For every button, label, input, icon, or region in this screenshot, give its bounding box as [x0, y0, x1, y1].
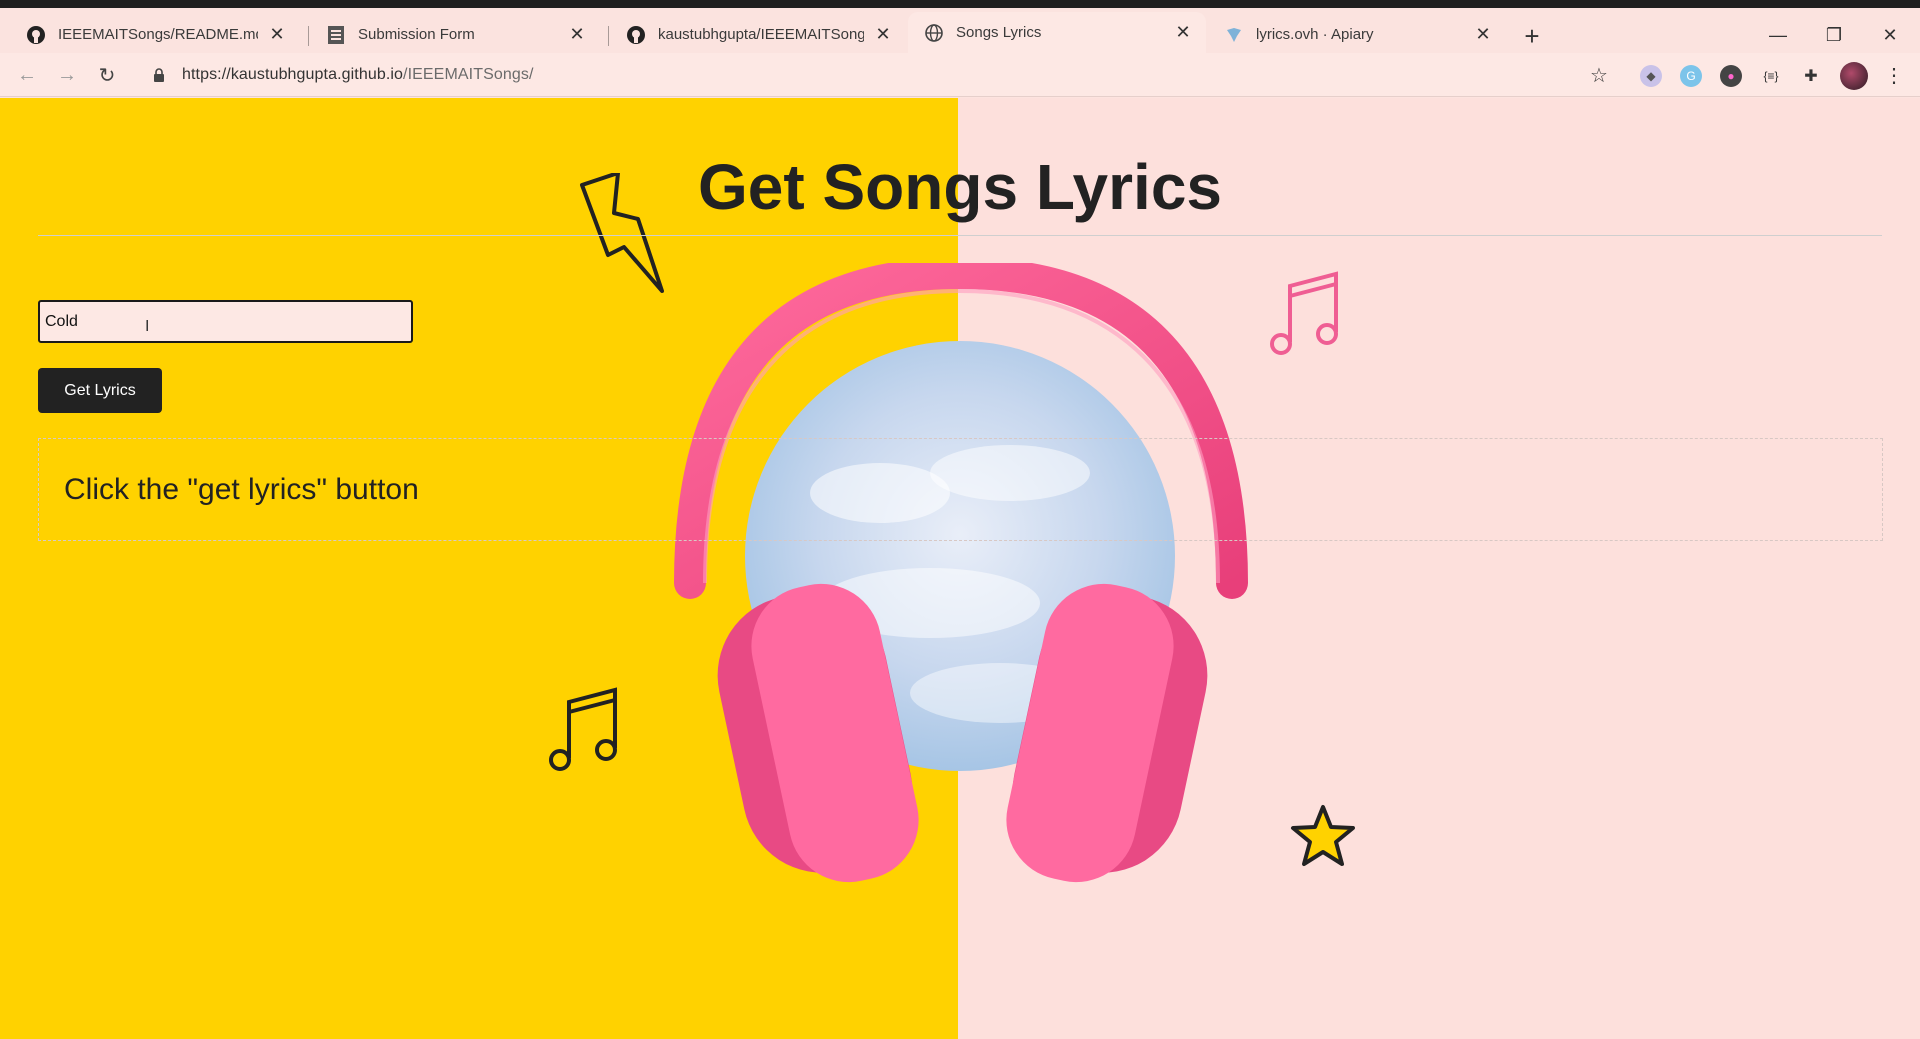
address-bar[interactable]: https://kaustubhgupta.github.io/IEEEMAIT… [140, 57, 1620, 93]
puzzle-icon[interactable]: ✚ [1800, 65, 1822, 87]
title-strip [0, 0, 1920, 8]
tab-separator [608, 26, 609, 46]
pink-music-note-icon [1270, 271, 1338, 355]
close-icon[interactable]: ✕ [1172, 22, 1194, 44]
title-divider [38, 235, 1882, 236]
reload-button[interactable]: ↻ [92, 60, 122, 90]
close-icon[interactable]: ✕ [872, 24, 894, 46]
tab-readme[interactable]: IEEEMAITSongs/README.md at r ✕ [10, 16, 300, 53]
new-tab-button[interactable]: + [1518, 21, 1546, 51]
form-icon [326, 25, 346, 45]
url-text: https://kaustubhgupta.github.io/IEEEMAIT… [182, 66, 533, 84]
apiary-icon [1224, 25, 1244, 45]
tab-title: IEEEMAITSongs/README.md at r [58, 26, 258, 43]
browser-toolbar: ← → ↻ https://kaustubhgupta.github.io/IE… [0, 53, 1920, 97]
github-icon [26, 25, 46, 45]
page-title: Get Songs Lyrics [698, 151, 1222, 223]
lock-icon [150, 66, 168, 84]
song-search-input[interactable] [38, 300, 413, 343]
music-note-icon [549, 687, 617, 771]
tab-songs-lyrics[interactable]: Songs Lyrics ✕ [908, 12, 1206, 53]
avatar[interactable] [1840, 62, 1868, 90]
restore-button[interactable]: ❐ [1814, 20, 1854, 50]
shield-extension-icon[interactable]: ◆ [1640, 65, 1662, 87]
tab-title: kaustubhgupta/IEEEMAITSongs [658, 26, 864, 43]
tab-repo[interactable]: kaustubhgupta/IEEEMAITSongs ✕ [610, 16, 906, 53]
star-icon [1291, 805, 1355, 866]
tab-title: lyrics.ovh · Apiary [1256, 26, 1374, 43]
bookmark-star-icon[interactable]: ☆ [1590, 63, 1608, 88]
colorful-extension-icon[interactable]: ● [1720, 65, 1742, 87]
get-lyrics-button[interactable]: Get Lyrics [38, 368, 162, 413]
kebab-menu-icon[interactable]: ⋮ [1884, 63, 1904, 88]
minimize-button[interactable]: — [1758, 20, 1798, 50]
tab-apiary[interactable]: lyrics.ovh · Apiary ✕ [1208, 16, 1506, 53]
tab-title: Submission Form [358, 26, 475, 43]
url-host: https://kaustubhgupta.github.io [182, 66, 404, 83]
grammar-extension-icon[interactable]: G [1680, 65, 1702, 87]
github-icon [626, 25, 646, 45]
close-icon[interactable]: ✕ [1472, 24, 1494, 46]
json-extension-icon[interactable]: {≡} [1760, 65, 1782, 87]
tab-bar: IEEEMAITSongs/README.md at r ✕ Submissio… [0, 8, 1920, 53]
forward-button[interactable]: → [52, 60, 82, 90]
lyrics-message: Click the "get lyrics" button [64, 473, 419, 506]
back-button[interactable]: ← [12, 60, 42, 90]
tab-separator [308, 26, 309, 46]
text-cursor-icon: I [145, 318, 150, 335]
globe-icon [924, 23, 944, 43]
headphones-illustration [674, 263, 1248, 883]
tab-submission-form[interactable]: Submission Form ✕ [310, 16, 600, 53]
lyrics-output-box: Click the "get lyrics" button [38, 438, 1883, 541]
tab-title: Songs Lyrics [956, 24, 1042, 41]
close-icon[interactable]: ✕ [266, 24, 288, 46]
url-path: /IEEEMAITSongs/ [403, 66, 534, 83]
close-window-button[interactable]: ✕ [1870, 20, 1910, 50]
page-viewport: Get Songs Lyrics I Get Lyrics Click the … [0, 98, 1920, 1039]
close-icon[interactable]: ✕ [566, 24, 588, 46]
